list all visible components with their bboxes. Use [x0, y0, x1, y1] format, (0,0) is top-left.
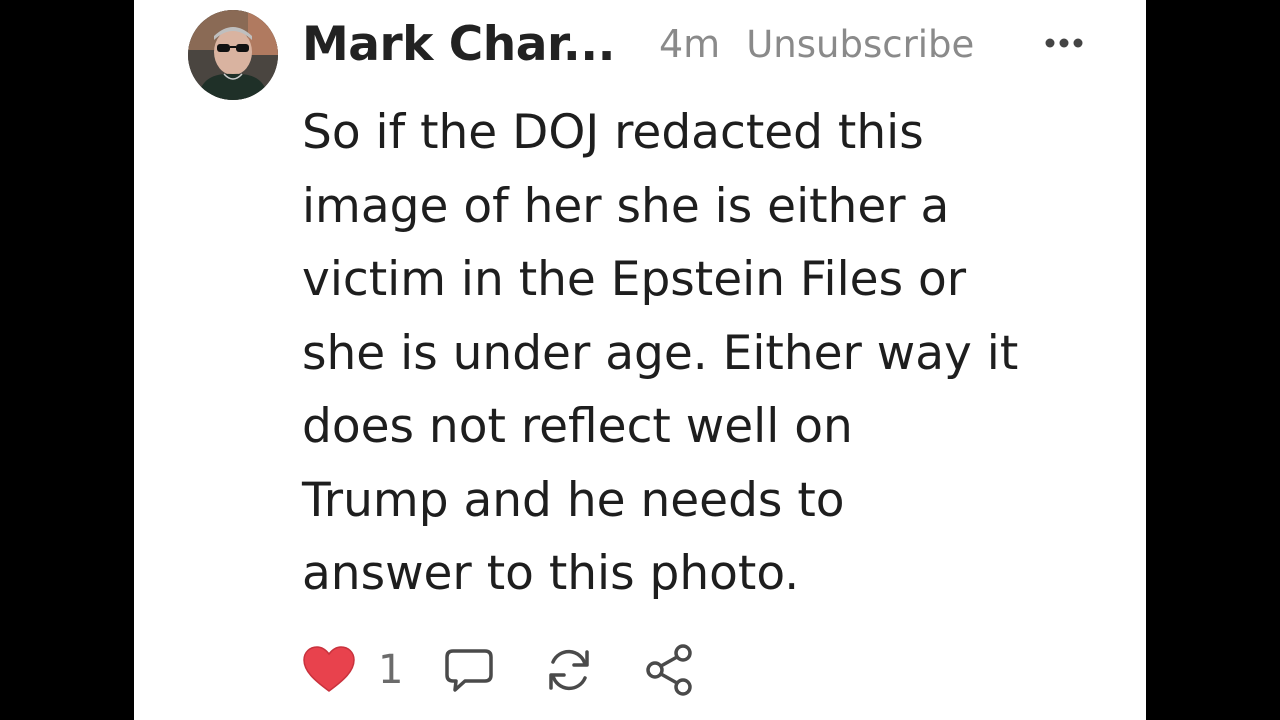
comment-button[interactable] [443, 645, 495, 695]
heart-icon [303, 646, 355, 692]
like-count: 1 [378, 647, 404, 693]
post-actions: 1 [302, 640, 697, 700]
post-header: Mark Char... 4m Unsubscribe [302, 14, 974, 74]
unsubscribe-button[interactable]: Unsubscribe [746, 23, 974, 66]
post-card: Mark Char... 4m Unsubscribe So if the DO… [134, 0, 1146, 720]
post-body: So if the DOJ redacted this image of her… [302, 105, 1019, 601]
more-horizontal-icon[interactable] [1040, 28, 1090, 58]
share-button[interactable] [643, 642, 697, 698]
restack-icon [549, 649, 590, 691]
like-button[interactable]: 1 [302, 645, 403, 695]
restack-button[interactable] [543, 644, 595, 696]
share-icon [646, 644, 693, 696]
author-name[interactable]: Mark Char... [302, 17, 616, 72]
author-avatar[interactable] [188, 10, 278, 100]
post-time: 4m [659, 22, 721, 66]
comment-bubble-icon [445, 649, 494, 692]
